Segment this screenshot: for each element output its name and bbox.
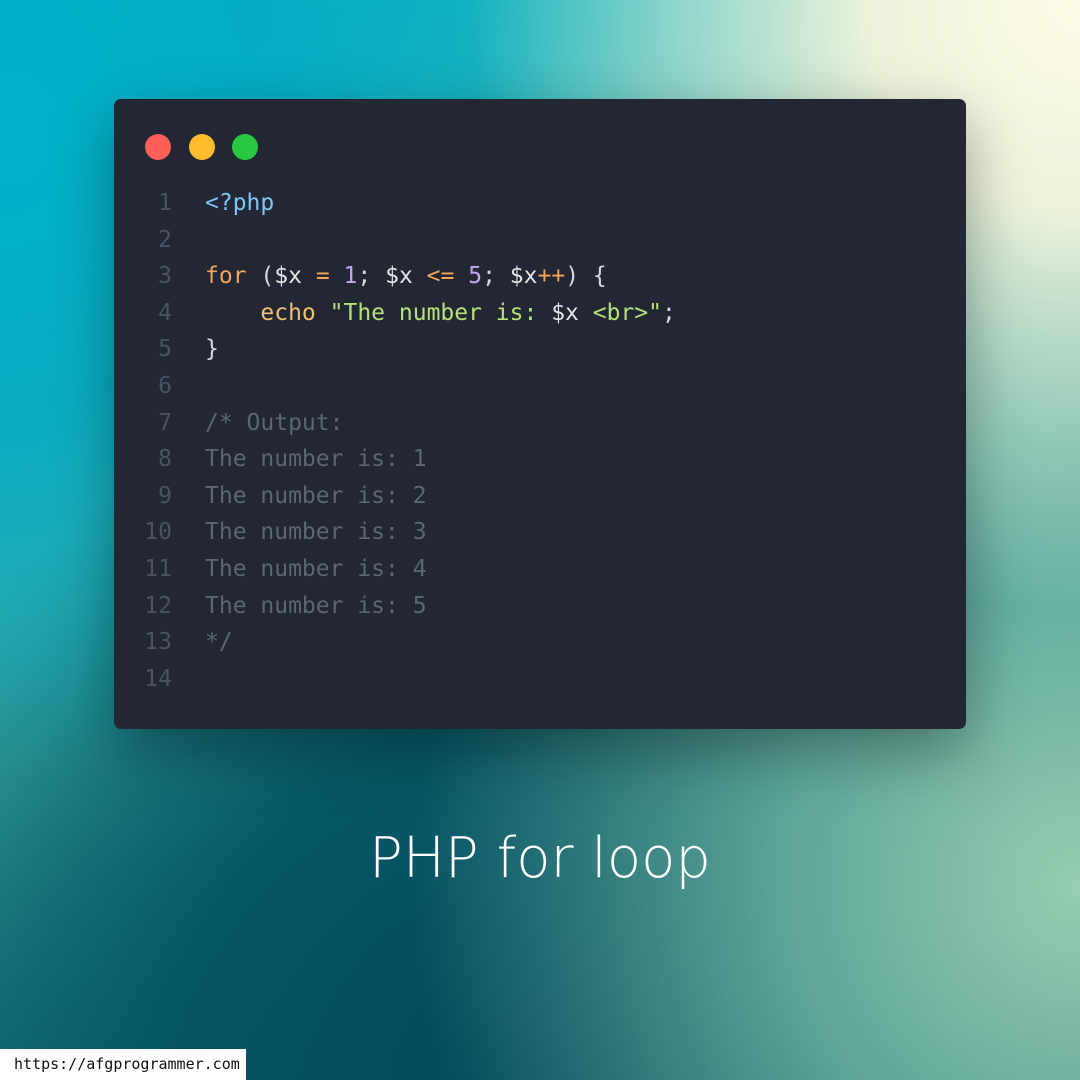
- code-token: */: [205, 629, 233, 656]
- code-line: 11 The number is: 4: [114, 551, 966, 588]
- code-editor: 1 <?php 2 3 for ($x = 1; $x <= 5; $x++) {4 e…: [114, 185, 966, 697]
- code-token: (: [246, 263, 275, 290]
- code-token: The number is: 2: [205, 482, 427, 509]
- code-token: $x: [274, 263, 302, 290]
- code-line: 9 The number is: 2: [114, 478, 966, 515]
- code-token: $x: [551, 299, 579, 326]
- close-button[interactable]: [145, 134, 171, 160]
- code-token: /* Output:: [205, 409, 344, 436]
- code-text: The number is: 2: [205, 478, 427, 515]
- code-token: $x: [509, 263, 538, 290]
- code-token: ;: [357, 263, 386, 290]
- code-text: The number is: 3: [205, 514, 427, 551]
- line-number: 14: [144, 665, 172, 692]
- code-line: 5}: [114, 331, 966, 368]
- watermark-url[interactable]: https://afgprogrammer.com: [0, 1049, 246, 1080]
- code-line: 8 The number is: 1: [114, 441, 966, 478]
- line-number: 1: [158, 190, 172, 216]
- maximize-button[interactable]: [232, 134, 258, 160]
- code-text: <?php: [205, 185, 274, 222]
- code-window: 1 <?php 2 3 for ($x = 1; $x <= 5; $x++) {4 e…: [114, 99, 966, 729]
- code-text: echo "The number is: $x <br>";: [205, 295, 676, 332]
- code-line: 4 echo "The number is: $x <br>";: [114, 295, 966, 332]
- code-token: <br>": [578, 299, 662, 326]
- code-line: 14: [114, 661, 966, 698]
- code-token: The number is: 1: [205, 446, 427, 473]
- code-text: The number is: 1: [205, 441, 427, 478]
- code-token: The number is: 4: [205, 555, 427, 582]
- code-token: The number is: 3: [205, 519, 427, 546]
- line-number: 11: [144, 555, 172, 582]
- line-number: 7: [158, 409, 172, 436]
- code-token: }: [205, 336, 219, 363]
- code-token: 1: [343, 263, 358, 290]
- line-number: 8: [158, 446, 172, 473]
- code-token: =: [315, 263, 330, 290]
- code-token: ;: [662, 299, 676, 326]
- line-number: 12: [144, 592, 172, 619]
- code-token: ;: [482, 263, 510, 290]
- line-number: 5: [158, 336, 172, 363]
- code-line: 2: [114, 222, 966, 259]
- code-line: 13 */: [114, 624, 966, 661]
- line-number: 13: [144, 629, 172, 656]
- code-token: $x: [385, 263, 413, 290]
- code-text: for ($x = 1; $x <= 5; $x++) {: [205, 258, 607, 295]
- caption-title: PHP for loop: [369, 826, 711, 891]
- code-token: <=: [426, 263, 455, 290]
- code-token: The number is: 5: [205, 592, 427, 619]
- code-token: ++: [537, 263, 566, 290]
- line-number: 9: [158, 482, 172, 509]
- line-number: 4: [158, 299, 172, 326]
- minimize-button[interactable]: [189, 134, 215, 160]
- code-token: 5: [468, 263, 483, 290]
- code-line: 1 <?php: [114, 185, 966, 222]
- code-line: 6: [114, 368, 966, 405]
- code-text: }: [205, 331, 219, 368]
- code-line: 3 for ($x = 1; $x <= 5; $x++) {: [114, 258, 966, 295]
- code-token: <?php: [205, 190, 275, 216]
- code-token: ) {: [565, 263, 607, 290]
- code-line: 12 The number is: 5: [114, 588, 966, 625]
- code-text: The number is: 5: [205, 588, 427, 625]
- line-number: 2: [158, 226, 172, 253]
- code-token: for: [205, 263, 247, 290]
- code-line: 10 The number is: 3: [114, 514, 966, 551]
- code-token: echo: [260, 299, 316, 326]
- line-number: 10: [144, 519, 172, 546]
- code-text: The number is: 4: [205, 551, 427, 588]
- code-line: 7 /* Output:: [114, 405, 966, 442]
- code-token: "The number is:: [329, 299, 552, 326]
- line-number: 6: [158, 372, 172, 399]
- code-text: */: [205, 624, 233, 661]
- code-text: /* Output:: [205, 405, 343, 442]
- line-number: 3: [158, 263, 172, 290]
